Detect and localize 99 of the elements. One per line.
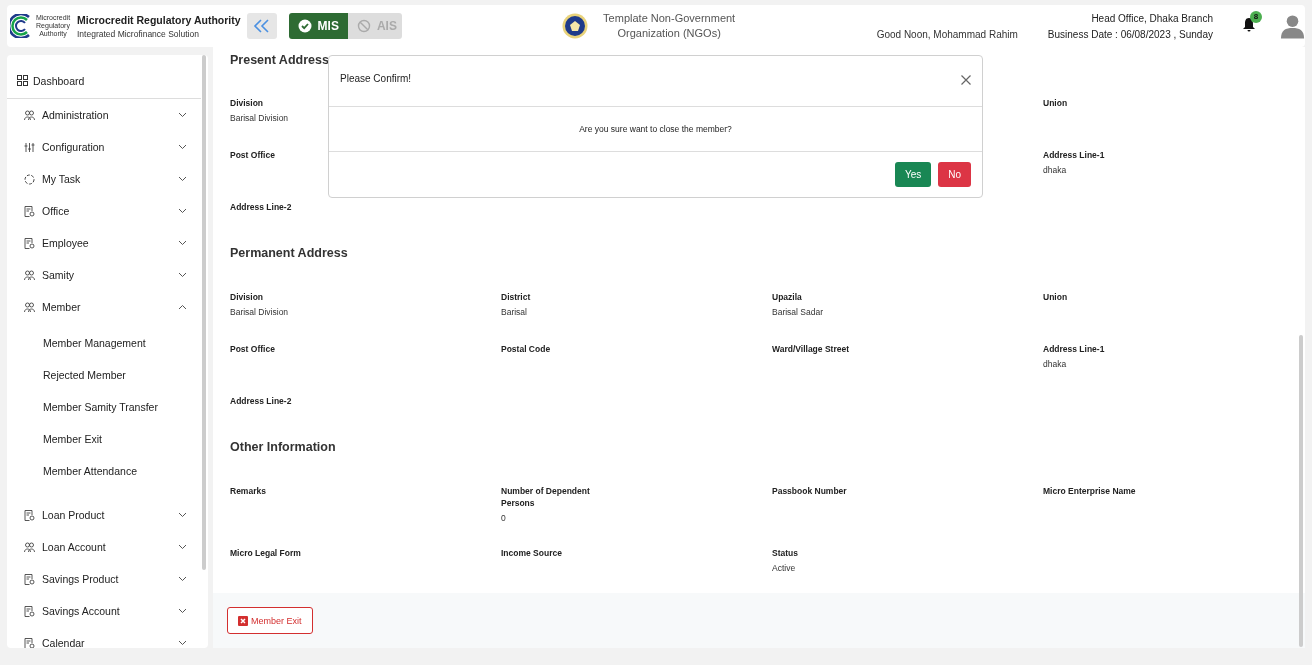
field-label: Division [230, 97, 265, 109]
chevron-up-icon [178, 304, 187, 310]
check-circle-icon [297, 19, 312, 33]
scrollbar-thumb[interactable] [1299, 335, 1303, 647]
sidebar-item[interactable]: Employee [7, 227, 201, 259]
chevron-down-icon [178, 576, 187, 582]
double-chevron-left-icon [251, 18, 272, 34]
sidebar-item[interactable]: Samity [7, 259, 201, 291]
chevron-down-icon [178, 208, 187, 214]
chevron-down-icon [178, 544, 187, 550]
notification-count: 8 [1249, 11, 1262, 23]
dialog-title: Please Confirm! [340, 73, 412, 84]
field-label: Address Line-1 [1043, 343, 1106, 355]
greeting: Good Noon, Mohammad Rahim [876, 29, 1018, 40]
submenu-item[interactable]: Member Attendance [43, 455, 208, 487]
collapse-sidebar-button[interactable] [246, 13, 277, 39]
chevron-down-icon [178, 272, 187, 278]
sidebar-item[interactable]: My Task [7, 163, 201, 195]
dialog-message: Are you sure want to close the member? [579, 124, 732, 134]
field-label: Post Office [230, 343, 276, 355]
field-value: Barisal [501, 307, 528, 317]
field-label: Micro Legal Form [230, 547, 302, 559]
field-label: Micro Enterprise Name [1043, 485, 1137, 497]
sidebar-item[interactable]: Administration [7, 99, 201, 131]
chevron-down-icon [178, 512, 187, 518]
dashboard-icon [17, 75, 28, 86]
chevron-down-icon [178, 176, 187, 182]
field-label: Upazila [772, 291, 803, 303]
member-exit-button[interactable]: Member Exit [227, 607, 313, 634]
field-label: Postal Code [501, 343, 552, 355]
section-title: Present Address [230, 53, 330, 67]
cancel-button[interactable]: No [938, 162, 971, 187]
sidebar-item[interactable]: Calendar [7, 627, 201, 648]
app-title: Microcredit Regulatory Authority [77, 13, 241, 26]
people-icon [24, 301, 35, 313]
field-value: Barisal Division [230, 113, 290, 123]
field-label: Union [1043, 291, 1069, 303]
field-label: Passbook Number [772, 485, 848, 497]
submenu-item[interactable]: Member Exit [43, 423, 208, 455]
document-icon [24, 237, 35, 249]
field-label: Number of Dependent Persons [501, 485, 591, 509]
field-label: Status [772, 547, 799, 559]
sidebar-item[interactable]: Loan Product [7, 499, 201, 531]
field-value: 0 [501, 513, 507, 523]
field-label: Income Source [501, 547, 563, 559]
module-tab[interactable]: MIS [288, 13, 348, 39]
field-label: Remarks [230, 485, 267, 497]
sidebar-item[interactable]: Office [7, 195, 201, 227]
field-label: Ward/Village Street [772, 343, 850, 355]
chevron-down-icon [178, 112, 187, 118]
scrollbar-thumb[interactable] [202, 55, 206, 570]
chevron-down-icon [178, 240, 187, 246]
field-value: dhaka [1043, 165, 1068, 175]
sidebar-item[interactable]: Loan Account [7, 531, 201, 563]
field-label: Address Line-2 [230, 201, 293, 213]
dashboard-link[interactable]: Dashboard [7, 55, 201, 99]
emblem-icon [561, 13, 588, 39]
document-icon [24, 205, 35, 217]
people-icon [24, 109, 35, 121]
branch-name: Head Office, Dhaka Branch [1091, 12, 1213, 24]
organization-name: Template Non-Government Organization (NGOs) [602, 11, 737, 41]
submenu-item[interactable]: Member Samity Transfer [43, 391, 208, 423]
field-label: District [501, 291, 532, 303]
field-label: Address Line-1 [1043, 149, 1106, 161]
sidebar-item[interactable]: Configuration [7, 131, 201, 163]
sidebar-item[interactable]: Member [7, 291, 201, 323]
section-title: Other Information [230, 440, 337, 454]
sliders-icon [24, 141, 35, 153]
field-value: dhaka [1043, 359, 1068, 369]
field-label: Union [1043, 97, 1069, 109]
chevron-down-icon [178, 608, 187, 614]
app-subtitle: Integrated Microfinance Solution [77, 28, 200, 39]
ban-icon [356, 19, 371, 33]
sidebar-item[interactable]: Savings Product [7, 563, 201, 595]
document-icon [24, 509, 35, 521]
dashed-circle-icon [24, 173, 35, 185]
chevron-down-icon [178, 144, 187, 150]
sidebar-item[interactable]: Savings Account [7, 595, 201, 627]
people-icon [24, 269, 35, 281]
people-icon [24, 541, 35, 553]
document-icon [24, 637, 35, 648]
business-date: Business Date : 06/08/2023 , Sunday [1047, 28, 1213, 40]
field-value: Barisal Sadar [772, 307, 825, 317]
close-icon[interactable] [961, 75, 971, 85]
submenu-item[interactable]: Rejected Member [43, 359, 208, 391]
confirm-button[interactable]: Yes [894, 162, 932, 187]
logo [10, 14, 31, 38]
section-title: Permanent Address [230, 246, 349, 260]
field-value: Barisal Division [230, 307, 290, 317]
submenu-item[interactable]: Member Management [43, 327, 208, 359]
document-icon [24, 605, 35, 617]
document-icon [24, 573, 35, 585]
chevron-down-icon [178, 640, 187, 646]
field-label: Division [230, 291, 265, 303]
user-avatar[interactable] [1279, 13, 1305, 39]
field-label: Address Line-2 [230, 395, 293, 407]
field-label: Post Office [230, 149, 276, 161]
x-square-icon [238, 615, 248, 626]
field-value: Active [772, 563, 797, 573]
